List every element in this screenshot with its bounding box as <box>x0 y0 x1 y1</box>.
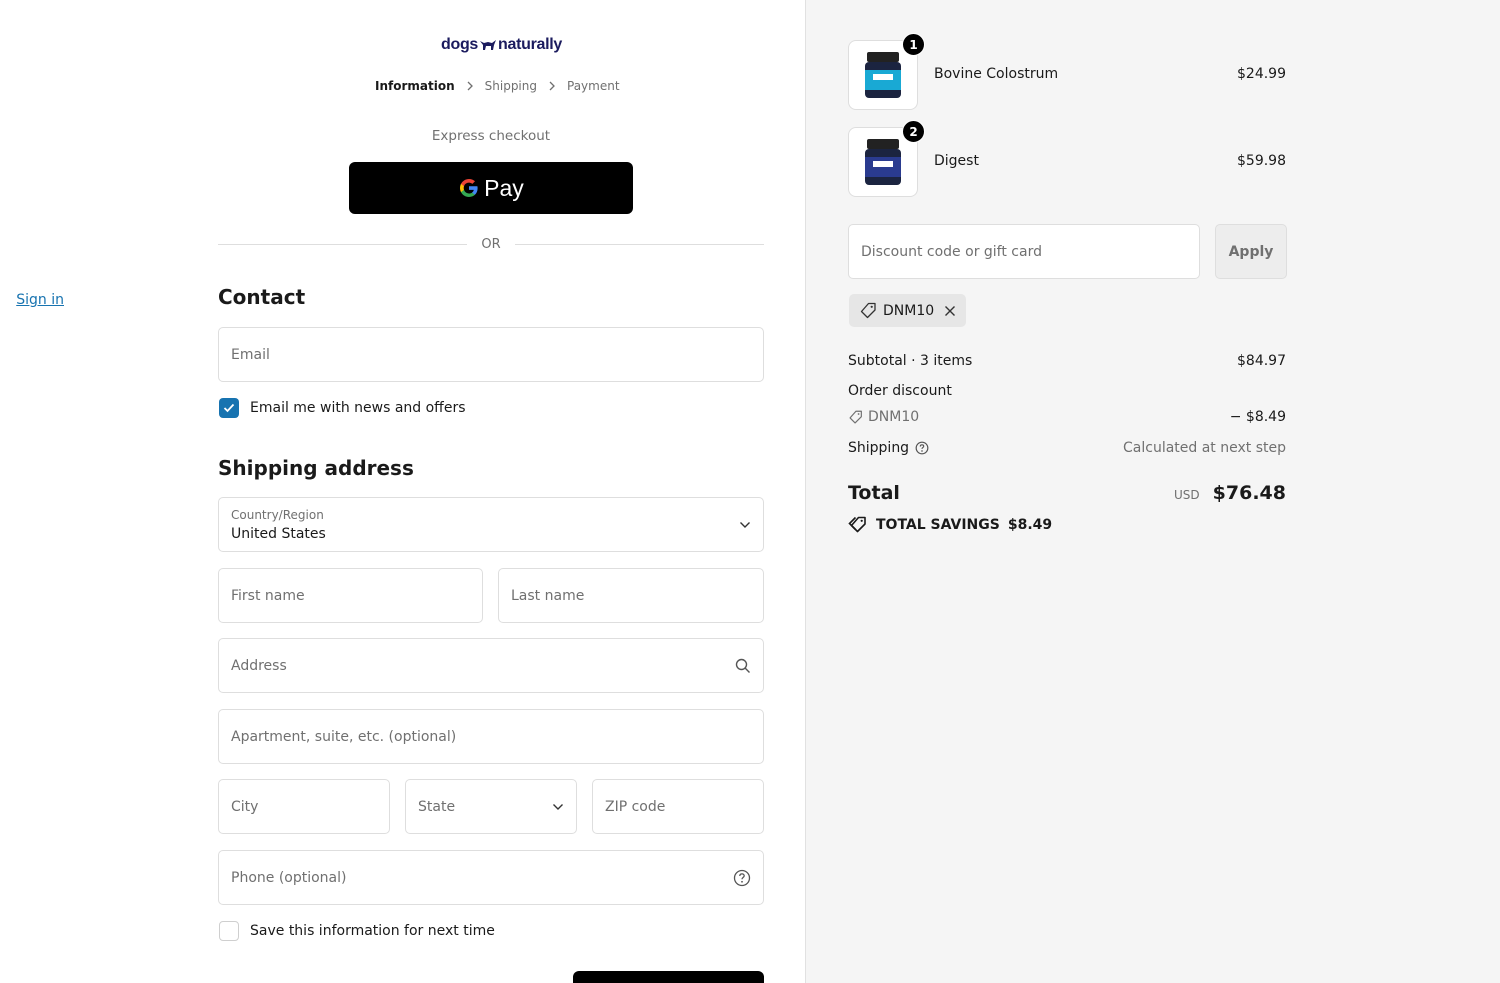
newsletter-row[interactable]: Email me with news and offers <box>219 398 466 418</box>
tag-icon <box>860 302 876 318</box>
email-placeholder: Email <box>231 346 270 363</box>
phone-placeholder: Phone (optional) <box>231 869 347 886</box>
or-label: OR <box>481 236 501 252</box>
item-name: Digest <box>934 153 979 169</box>
chevron-down-icon <box>552 803 564 811</box>
total-label: Total <box>848 482 900 504</box>
continue-to-shipping-button[interactable] <box>573 971 764 983</box>
dog-logo-icon <box>480 40 497 50</box>
last-name-placeholder: Last name <box>511 587 585 604</box>
logo-text-right: naturally <box>498 36 563 53</box>
help-icon[interactable] <box>915 441 929 455</box>
breadcrumb-information[interactable]: Information <box>375 79 455 93</box>
google-pay-button[interactable]: Pay <box>349 162 633 214</box>
apply-discount-button[interactable]: Apply <box>1215 224 1287 279</box>
save-info-row[interactable]: Save this information for next time <box>219 921 495 941</box>
google-pay-label: Pay <box>484 174 524 201</box>
discount-placeholder: Discount code or gift card <box>861 243 1042 260</box>
order-discount-label: Order discount <box>848 383 952 399</box>
applied-code-label: DNM10 <box>883 302 935 319</box>
sign-in-link[interactable]: Sign in <box>16 292 64 308</box>
breadcrumb-payment[interactable]: Payment <box>567 79 620 93</box>
discount-code-tag: DNM10 <box>848 409 919 425</box>
email-field[interactable]: Email <box>218 327 764 382</box>
state-select[interactable]: State <box>405 779 577 834</box>
total-currency: USD <box>1173 488 1200 502</box>
order-summary: 1 Bovine Colostrum $24.99 2 Digest $59.9… <box>805 0 1500 983</box>
total-value: $76.48 <box>1212 482 1286 504</box>
savings-tag-icon <box>848 516 866 533</box>
total-row: Total USD $76.48 <box>848 482 1286 504</box>
google-g-icon <box>460 179 478 197</box>
tag-icon <box>849 410 862 423</box>
save-info-checkbox[interactable] <box>219 921 239 941</box>
express-checkout-title: Express checkout <box>431 128 551 144</box>
chevron-right-icon <box>537 81 567 91</box>
subtotal-row: Subtotal · 3 items $84.97 <box>848 353 1286 369</box>
zip-code-field[interactable]: ZIP code <box>592 779 764 834</box>
quantity-badge: 2 <box>902 120 925 143</box>
first-name-field[interactable]: First name <box>218 568 483 623</box>
chevron-down-icon <box>739 521 751 529</box>
help-icon[interactable] <box>733 869 751 887</box>
contact-heading: Contact <box>218 285 306 309</box>
savings-value: $8.49 <box>1007 517 1053 533</box>
item-name: Bovine Colostrum <box>934 66 1059 82</box>
remove-discount-icon[interactable] <box>944 305 956 317</box>
item-price: $24.99 <box>1237 66 1286 82</box>
order-discount-row: Order discount <box>848 383 1286 399</box>
check-icon <box>223 403 235 413</box>
checkout-main: dogs naturally Information Shipping Paym… <box>0 0 805 983</box>
quantity-badge: 1 <box>902 33 925 56</box>
country-value: United States <box>231 526 326 542</box>
search-icon <box>735 658 751 674</box>
breadcrumb-shipping[interactable]: Shipping <box>485 79 537 93</box>
country-select[interactable]: Country/Region United States <box>218 497 764 552</box>
discount-code-input[interactable]: Discount code or gift card <box>848 224 1200 279</box>
zip-placeholder: ZIP code <box>605 798 666 815</box>
savings-label: TOTAL SAVINGS <box>876 517 1000 533</box>
apartment-placeholder: Apartment, suite, etc. (optional) <box>231 728 457 745</box>
discount-code-label: DNM10 <box>868 409 920 425</box>
applied-discount-chip: DNM10 <box>849 294 967 327</box>
chevron-right-icon <box>455 81 485 91</box>
apartment-field[interactable]: Apartment, suite, etc. (optional) <box>218 709 764 764</box>
divider-line <box>514 243 765 245</box>
breadcrumb: Information Shipping Payment <box>375 79 620 93</box>
state-placeholder: State <box>418 798 456 815</box>
brand-logo[interactable]: dogs naturally <box>441 33 562 57</box>
total-amount-group: USD $76.48 <box>1174 482 1286 504</box>
total-savings: TOTAL SAVINGS $8.49 <box>848 516 1052 534</box>
subtotal-value: $84.97 <box>1237 353 1286 369</box>
last-name-field[interactable]: Last name <box>498 568 764 623</box>
divider-line <box>218 243 468 245</box>
discount-value: − $8.49 <box>1229 409 1286 425</box>
logo-text-left: dogs <box>441 36 479 53</box>
newsletter-label: Email me with news and offers <box>250 400 466 416</box>
cart-item: 1 Bovine Colostrum $24.99 <box>848 33 1286 110</box>
save-info-label: Save this information for next time <box>250 923 495 939</box>
shipping-label-group: Shipping <box>848 440 929 456</box>
product-jar-icon <box>865 52 901 98</box>
discount-code-row: DNM10 − $8.49 <box>848 409 1286 425</box>
cart-item: 2 Digest $59.98 <box>848 120 1286 197</box>
country-label: Country/Region <box>231 508 324 522</box>
city-placeholder: City <box>231 798 259 815</box>
address-field[interactable]: Address <box>218 638 764 693</box>
shipping-address-heading: Shipping address <box>218 456 414 480</box>
phone-field[interactable]: Phone (optional) <box>218 850 764 905</box>
address-placeholder: Address <box>231 657 287 674</box>
newsletter-checkbox[interactable] <box>219 398 239 418</box>
shipping-label: Shipping <box>848 440 910 456</box>
shipping-row: Shipping Calculated at next step <box>848 440 1286 456</box>
subtotal-label: Subtotal · 3 items <box>848 353 973 369</box>
first-name-placeholder: First name <box>231 587 305 604</box>
or-divider: OR <box>218 234 765 254</box>
item-price: $59.98 <box>1237 153 1286 169</box>
shipping-value: Calculated at next step <box>1123 440 1286 456</box>
city-field[interactable]: City <box>218 779 390 834</box>
product-jar-icon <box>865 139 901 185</box>
